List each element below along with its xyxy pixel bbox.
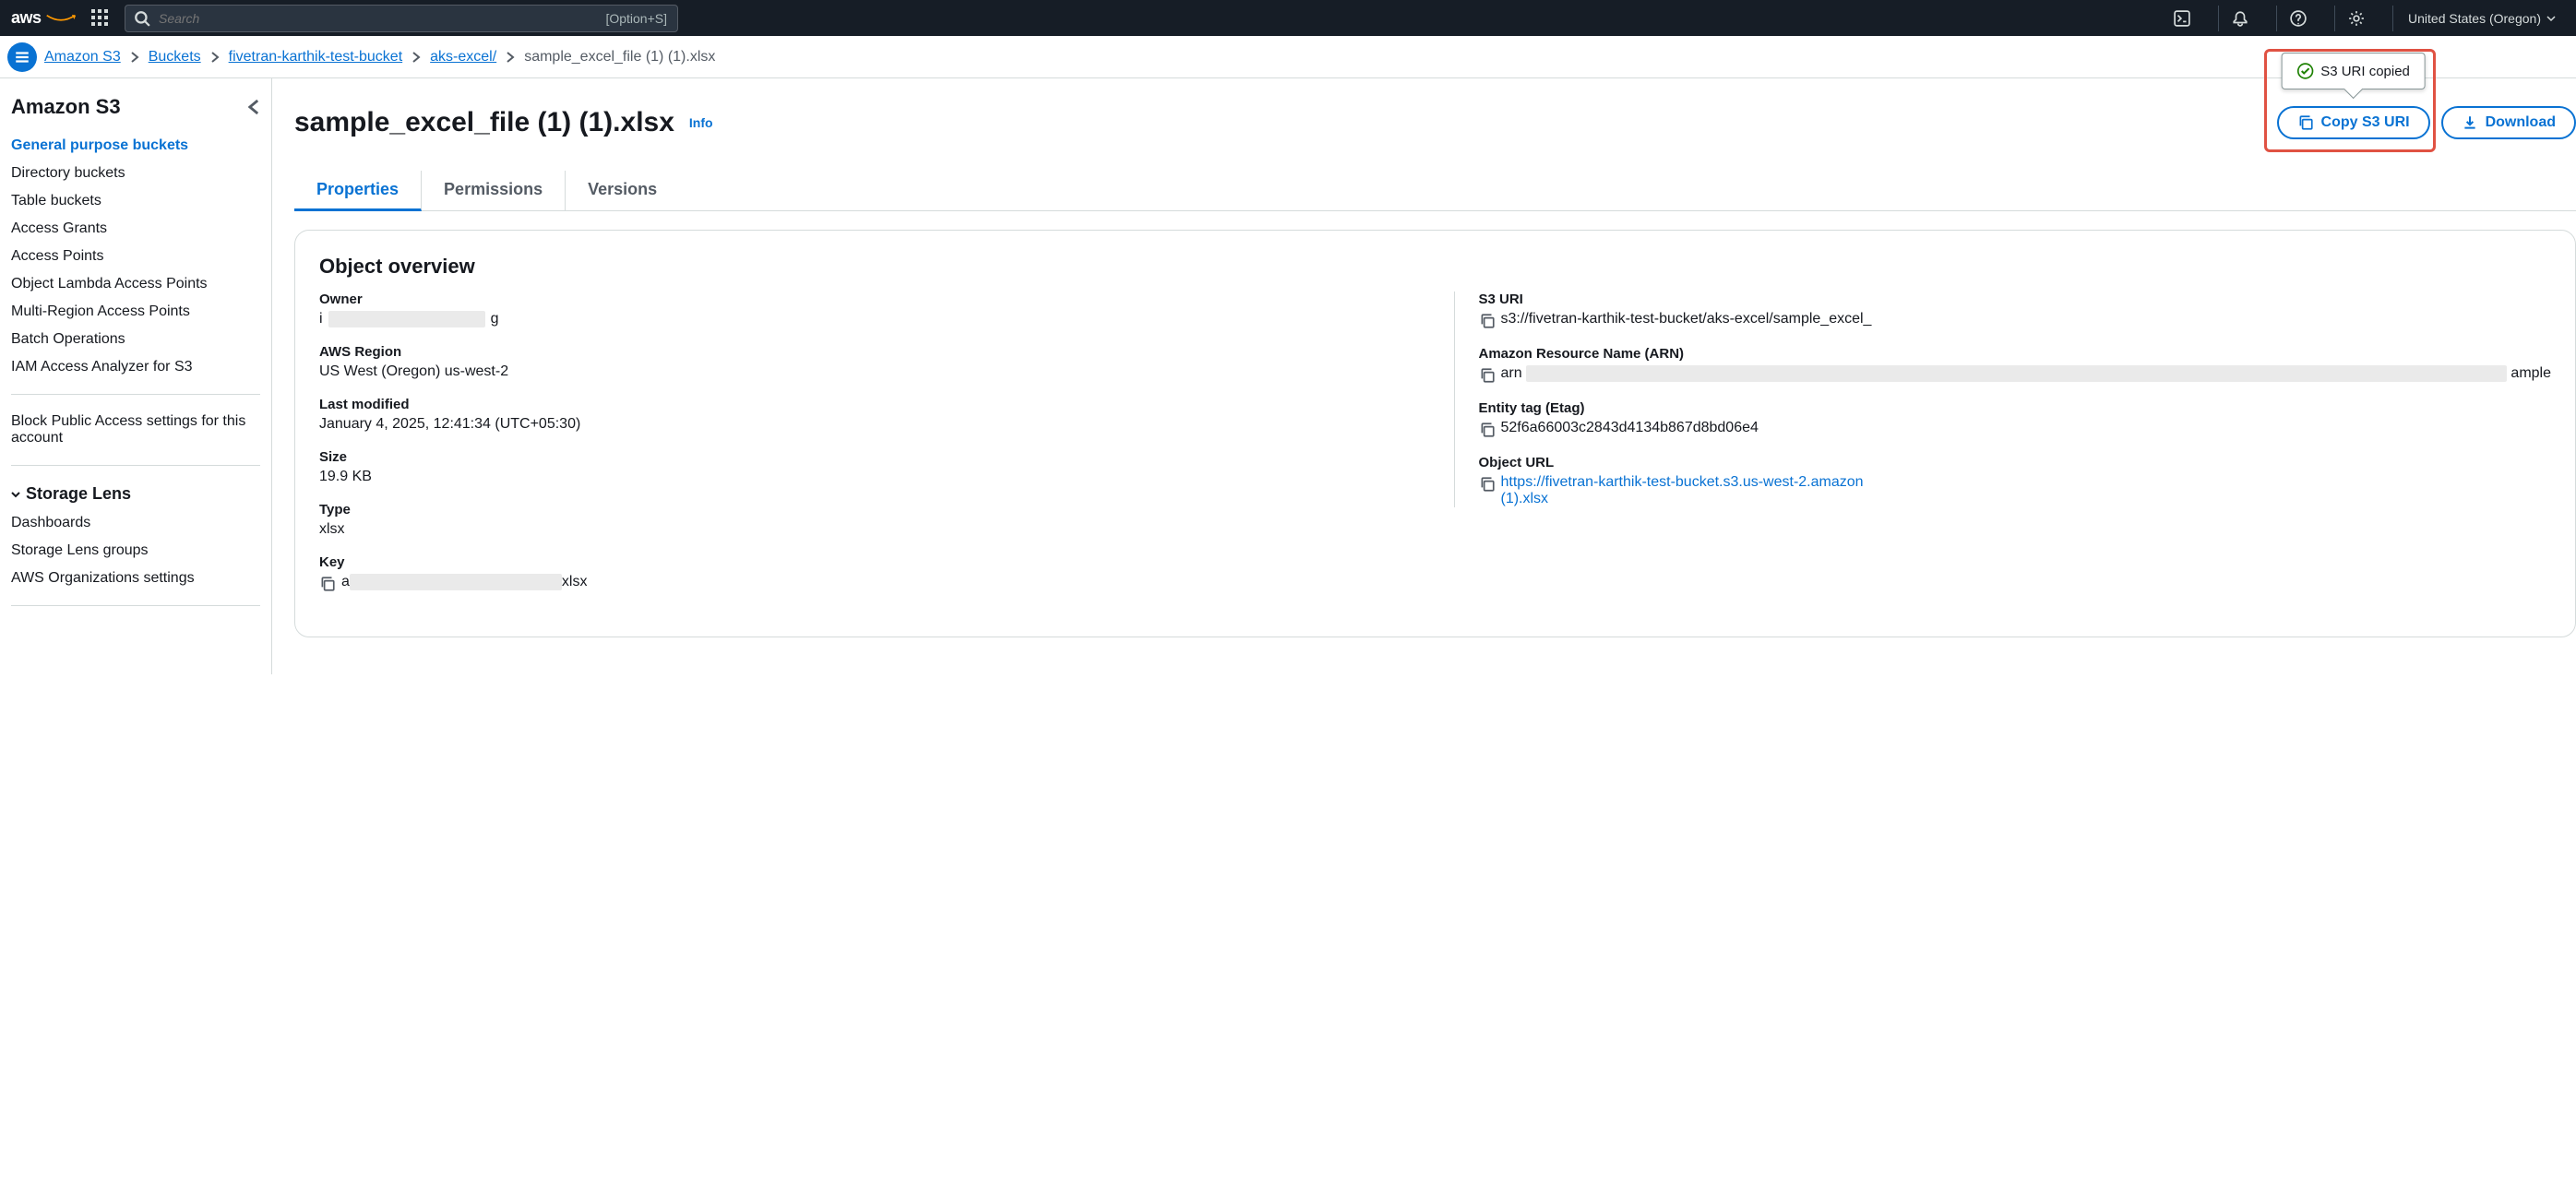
size-label: Size xyxy=(319,449,1417,465)
owner-label: Owner xyxy=(319,292,1417,307)
arn-label: Amazon Resource Name (ARN) xyxy=(1479,346,2552,362)
region-label: AWS Region xyxy=(319,344,1417,360)
info-link[interactable]: Info xyxy=(689,115,713,130)
sidebar-item-general-purpose-buckets[interactable]: General purpose buckets xyxy=(11,132,260,160)
copy-confirmation-tooltip: S3 URI copied xyxy=(2281,53,2426,89)
last-modified-value: January 4, 2025, 12:41:34 (UTC+05:30) xyxy=(319,416,1417,433)
sidebar-item-batch-operations[interactable]: Batch Operations xyxy=(11,326,260,353)
key-label: Key xyxy=(319,554,1417,570)
tabs: Properties Permissions Versions xyxy=(294,171,2576,211)
s3uri-value: s3://fivetran-karthik-test-bucket/aks-ex… xyxy=(1479,311,2552,329)
breadcrumb-current: sample_excel_file (1) (1).xlsx xyxy=(524,49,715,65)
header-actions: S3 URI copied Copy S3 URI Download xyxy=(2277,106,2576,139)
chevron-right-icon xyxy=(411,51,421,64)
sidebar-item-directory-buckets[interactable]: Directory buckets xyxy=(11,160,260,187)
chevron-right-icon xyxy=(130,51,139,64)
region-selector[interactable]: United States (Oregon) xyxy=(2392,6,2565,31)
sidebar-divider xyxy=(11,465,260,466)
size-value: 19.9 KB xyxy=(319,469,1417,485)
sidebar-item-storage-lens-groups[interactable]: Storage Lens groups xyxy=(11,537,260,565)
sidebar-item-aws-organizations-settings[interactable]: AWS Organizations settings xyxy=(11,565,260,592)
sidebar-item-dashboards[interactable]: Dashboards xyxy=(11,509,260,537)
hamburger-icon xyxy=(14,49,30,65)
sidebar-item-multi-region-access-points[interactable]: Multi-Region Access Points xyxy=(11,298,260,326)
type-label: Type xyxy=(319,502,1417,518)
aws-smile-icon xyxy=(45,14,77,23)
breadcrumb-item[interactable]: aks-excel/ xyxy=(430,49,496,65)
breadcrumb-item[interactable]: Amazon S3 xyxy=(44,49,121,65)
top-nav: aws [Option+S] United States (Oregon) xyxy=(0,0,2576,36)
copy-icon[interactable] xyxy=(1479,367,1496,384)
sidebar-item-access-grants[interactable]: Access Grants xyxy=(11,215,260,243)
key-value: axlsx xyxy=(319,574,1417,592)
object-url-value[interactable]: https://fivetran-karthik-test-bucket.s3.… xyxy=(1479,474,2552,507)
sidebar: Amazon S3 General purpose buckets Direct… xyxy=(0,78,272,674)
copy-icon xyxy=(2297,114,2314,131)
tab-permissions[interactable]: Permissions xyxy=(422,171,566,210)
page-title: sample_excel_file (1) (1).xlsx xyxy=(294,107,674,138)
cloudshell-icon[interactable] xyxy=(2161,6,2203,31)
aws-logo[interactable]: aws xyxy=(11,8,77,28)
search-input[interactable] xyxy=(125,5,678,32)
object-url-label: Object URL xyxy=(1479,455,2552,470)
breadcrumb-item[interactable]: fivetran-karthik-test-bucket xyxy=(229,49,403,65)
copy-icon[interactable] xyxy=(1479,313,1496,329)
settings-icon[interactable] xyxy=(2334,6,2378,31)
region-value: US West (Oregon) us-west-2 xyxy=(319,363,1417,380)
redacted-text xyxy=(1526,365,2508,382)
side-panel-toggle[interactable] xyxy=(7,42,37,72)
sidebar-item-iam-access-analyzer[interactable]: IAM Access Analyzer for S3 xyxy=(11,353,260,381)
chevron-down-icon xyxy=(2546,14,2556,23)
sidebar-divider xyxy=(11,394,260,395)
sidebar-heading-storage-lens[interactable]: Storage Lens xyxy=(11,479,260,509)
sidebar-item-table-buckets[interactable]: Table buckets xyxy=(11,187,260,215)
panel-title: Object overview xyxy=(319,255,2551,279)
owner-value: ig xyxy=(319,311,1417,327)
chevron-right-icon xyxy=(210,51,220,64)
notifications-icon[interactable] xyxy=(2218,6,2261,31)
breadcrumb: Amazon S3 Buckets fivetran-karthik-test-… xyxy=(44,49,715,65)
breadcrumb-bar: Amazon S3 Buckets fivetran-karthik-test-… xyxy=(0,36,2576,78)
breadcrumb-item[interactable]: Buckets xyxy=(149,49,201,65)
redacted-text xyxy=(328,311,485,327)
etag-value: 52f6a66003c2843d4134b867d8bd06e4 xyxy=(1479,420,2552,438)
page-header: sample_excel_file (1) (1).xlsx Info S3 U… xyxy=(294,106,2576,139)
global-search: [Option+S] xyxy=(125,5,678,32)
copy-s3-uri-button[interactable]: Copy S3 URI xyxy=(2277,106,2430,139)
search-keyboard-hint: [Option+S] xyxy=(605,11,667,26)
s3uri-label: S3 URI xyxy=(1479,292,2552,307)
check-circle-icon xyxy=(2296,63,2313,79)
copy-icon[interactable] xyxy=(319,576,336,592)
search-icon xyxy=(134,10,150,27)
chevron-right-icon xyxy=(506,51,515,64)
overview-left-column: Owner ig AWS Region US West (Oregon) us-… xyxy=(319,292,1417,609)
object-overview-panel: Object overview Owner ig AWS Region US W… xyxy=(294,230,2576,637)
tab-versions[interactable]: Versions xyxy=(566,171,679,210)
sidebar-divider xyxy=(11,605,260,606)
copy-icon[interactable] xyxy=(1479,422,1496,438)
services-grid-icon[interactable] xyxy=(91,9,110,28)
tab-properties[interactable]: Properties xyxy=(294,171,422,211)
chevron-down-icon xyxy=(11,490,20,499)
region-label: United States (Oregon) xyxy=(2408,11,2541,26)
redacted-text xyxy=(350,574,562,590)
sidebar-collapse-icon[interactable] xyxy=(247,98,260,116)
sidebar-title: Amazon S3 xyxy=(11,95,121,119)
download-button[interactable]: Download xyxy=(2441,106,2576,139)
overview-right-column: S3 URI s3://fivetran-karthik-test-bucket… xyxy=(1454,292,2552,609)
help-icon[interactable] xyxy=(2276,6,2320,31)
type-value: xlsx xyxy=(319,521,1417,538)
sidebar-item-access-points[interactable]: Access Points xyxy=(11,243,260,270)
etag-label: Entity tag (Etag) xyxy=(1479,400,2552,416)
main-content: sample_excel_file (1) (1).xlsx Info S3 U… xyxy=(272,78,2576,674)
copy-icon[interactable] xyxy=(1479,476,1496,493)
tooltip-text: S3 URI copied xyxy=(2320,64,2410,79)
last-modified-label: Last modified xyxy=(319,397,1417,412)
download-icon xyxy=(2462,114,2478,131)
aws-logo-text: aws xyxy=(11,8,42,27)
arn-value: arnample xyxy=(1479,365,2552,384)
sidebar-item-block-public-access[interactable]: Block Public Access settings for this ac… xyxy=(11,408,260,452)
sidebar-item-object-lambda-access-points[interactable]: Object Lambda Access Points xyxy=(11,270,260,298)
